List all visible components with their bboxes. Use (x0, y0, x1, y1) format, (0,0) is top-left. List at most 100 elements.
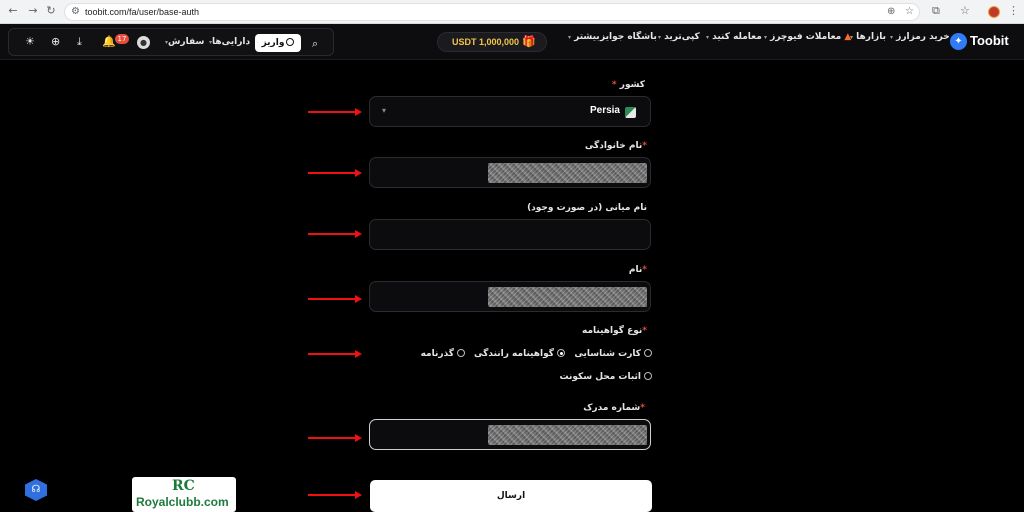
nav-copy-trade[interactable]: ▾ کپی‌ترید (656, 32, 700, 42)
user-avatar-icon[interactable]: ● (137, 36, 150, 49)
middle-name-label-text: نام میانی (در صورت وجود) (527, 203, 647, 213)
annotation-arrow (308, 491, 362, 499)
required-mark: * (611, 80, 617, 90)
reward-pill[interactable]: USDT 1,000,000 🎁 (437, 32, 547, 52)
radio-id-card-label: کارت شناسایی (574, 349, 641, 359)
app-header: ☀ ⊕ ⤓ 🔔 17 ● ▾سفارش ▾دارایی‌ها واریز ⌕ U… (0, 24, 1024, 60)
last-name-label-text: نام خانوادگی (584, 141, 643, 151)
radio-driver-license-label: گواهینامه رانندگی (474, 349, 554, 359)
doc-number-label: *شماره مدرک (583, 403, 645, 413)
cert-type-label: *نوع گواهینامه (582, 326, 647, 336)
country-value: Persia (589, 105, 620, 116)
assets-label: دارایی‌ها (212, 37, 251, 47)
nav-buy-crypto[interactable]: ▾ خرید رمزارز (888, 32, 950, 42)
assets-menu[interactable]: ▾دارایی‌ها (207, 37, 250, 47)
address-url: toobit.com/fa/user/base-auth (85, 7, 200, 17)
required-mark: * (642, 326, 647, 336)
middle-name-input[interactable] (369, 219, 651, 250)
nav-futures-label: معاملات فیوچرز (770, 32, 842, 42)
site-info-icon[interactable]: ⚙ (71, 6, 80, 17)
zoom-icon[interactable]: ⊕ (887, 6, 895, 17)
middle-name-label: نام میانی (در صورت وجود) (527, 203, 647, 213)
first-name-label: *نام (629, 265, 647, 275)
nav-rewards-club[interactable]: باشگاه جوایز (600, 32, 657, 42)
radio-circle-icon (457, 349, 465, 357)
first-name-label-text: نام (628, 265, 643, 275)
browser-toolbar: ← → ↻ ⚙ toobit.com/fa/user/base-auth ⊕ ☆… (0, 0, 1024, 24)
logo-text: Toobit (970, 33, 1009, 48)
radio-proof-of-address[interactable]: اثبات محل سکونت (559, 372, 652, 382)
radio-driver-license[interactable]: گواهینامه رانندگی (474, 349, 565, 359)
redacted-value (488, 163, 647, 183)
radio-passport-label: گذرنامه (420, 349, 454, 359)
nav-rewards-club-label: باشگاه جوایز (600, 32, 657, 42)
required-mark: * (640, 403, 645, 413)
doc-number-label-text: شماره مدرک (583, 403, 641, 413)
country-label-text: کشور (619, 80, 645, 90)
radio-proof-of-address-label: اثبات محل سکونت (559, 372, 641, 382)
cert-type-label-text: نوع گواهینامه (582, 326, 643, 336)
forward-icon[interactable]: → (26, 4, 40, 18)
annotation-arrow (308, 169, 362, 177)
radio-selected-icon (557, 349, 565, 357)
orders-menu[interactable]: ▾سفارش (163, 37, 204, 47)
first-name-input[interactable] (369, 281, 651, 312)
orders-label: سفارش (168, 37, 205, 47)
toobit-logo[interactable]: ✦ Toobit (950, 33, 1020, 51)
notification-badge: 17 (115, 34, 129, 44)
profile-avatar[interactable] (988, 6, 1000, 18)
radio-passport[interactable]: گذرنامه (421, 349, 465, 359)
last-name-label: *نام خانوادگی (585, 141, 647, 151)
gift-icon: 🎁 (522, 35, 536, 48)
reward-amount: USDT 1,000,000 (452, 37, 520, 47)
required-mark: * (642, 265, 647, 275)
annotation-arrow (308, 434, 362, 442)
annotation-arrow (308, 230, 362, 238)
nav-more[interactable]: ▾ بیشتر (566, 32, 600, 42)
radio-id-card[interactable]: کارت شناسایی (574, 349, 652, 359)
search-icon[interactable]: ⌕ (312, 37, 318, 51)
browser-menu-icon[interactable]: ⋮ (1008, 4, 1019, 17)
header-tools: ☀ ⊕ ⤓ 🔔 17 ● ▾سفارش ▾دارایی‌ها واریز ⌕ (8, 28, 334, 56)
nav-futures[interactable]: ▾ معاملات فیوچرز ▲ (762, 32, 851, 42)
last-name-input[interactable] (369, 157, 651, 188)
bookmark-star-icon[interactable]: ☆ (905, 6, 914, 17)
country-label: کشور * (612, 80, 645, 90)
support-headset-icon[interactable]: ☊ (25, 479, 47, 501)
annotation-arrow (308, 295, 362, 303)
radio-circle-icon (644, 349, 652, 357)
reload-icon[interactable]: ↻ (44, 4, 58, 18)
nav-trade[interactable]: ▾ معامله کنید (704, 32, 762, 42)
bookmarks-icon[interactable]: ☆ (960, 4, 970, 17)
submit-button[interactable]: ارسال (370, 480, 652, 512)
toobit-logo-icon: ✦ (950, 33, 967, 50)
nav-trade-label: معامله کنید (712, 32, 762, 42)
chevron-down-icon: ▾ (382, 106, 387, 115)
nav-markets-label: بازارها (856, 32, 886, 42)
back-icon[interactable]: ← (6, 4, 20, 18)
watermark-text: Royalclubb.com (136, 495, 229, 509)
address-bar[interactable]: ⚙ toobit.com/fa/user/base-auth ⊕ ☆ (64, 3, 920, 21)
deposit-button[interactable]: واریز (255, 34, 301, 52)
redacted-value (488, 425, 647, 445)
flag-icon (625, 107, 636, 118)
annotation-arrow (308, 350, 362, 358)
deposit-label: واریز (261, 38, 285, 48)
redacted-value (488, 287, 647, 307)
extensions-icon[interactable]: ⧉ (932, 4, 940, 18)
doc-number-input[interactable] (369, 419, 651, 450)
watermark-mark: RC (172, 478, 195, 494)
download-icon[interactable]: ⤓ (77, 35, 82, 49)
notification-bell-icon[interactable]: 🔔 (102, 35, 116, 49)
deposit-icon (286, 38, 295, 46)
nav-copy-trade-label: کپی‌ترید (664, 32, 700, 42)
language-globe-icon[interactable]: ⊕ (51, 35, 60, 49)
theme-toggle-icon[interactable]: ☀ (25, 35, 35, 49)
required-mark: * (642, 141, 647, 151)
nav-buy-crypto-label: خرید رمزارز (896, 32, 950, 42)
watermark-logo: RC Royalclubb.com (132, 477, 236, 512)
country-select[interactable]: Persia ▾ (369, 96, 651, 127)
nav-markets[interactable]: ▾ بازارها (848, 32, 886, 42)
nav-more-label: بیشتر (574, 32, 600, 42)
annotation-arrow (308, 108, 362, 116)
